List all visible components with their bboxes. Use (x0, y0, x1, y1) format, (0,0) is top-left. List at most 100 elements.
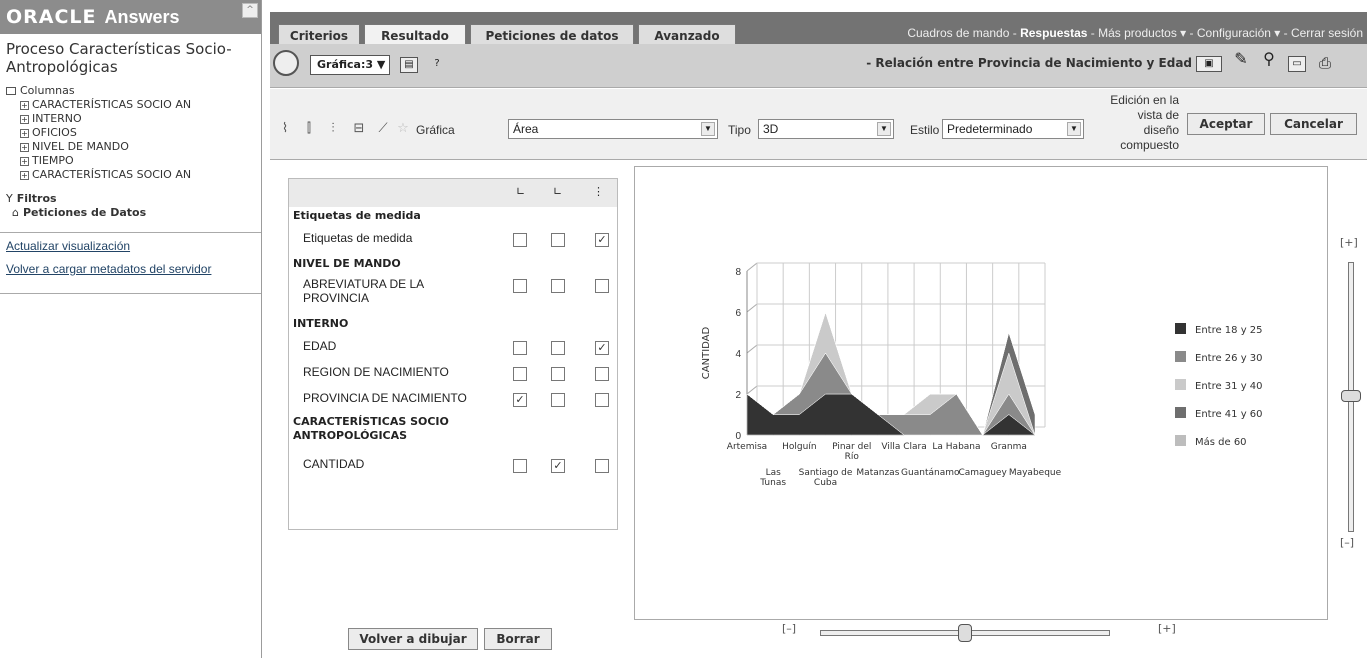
answers-link[interactable]: Respuestas (1020, 26, 1087, 40)
print-icon[interactable]: ⎙ (1316, 56, 1334, 72)
logout-link[interactable]: Cerrar sesión (1291, 26, 1363, 40)
more-products-link[interactable]: Más productos (1098, 26, 1177, 40)
clear-button[interactable]: Borrar (484, 628, 552, 650)
column-label: CARACTERÍSTICAS SOCIO ANTROPOLÓGICAS (293, 415, 449, 442)
y-tick-label: 8 (735, 267, 741, 278)
folder-item[interactable]: + INTERNO (6, 112, 261, 126)
collapse-panel-icon[interactable]: ^ (242, 3, 258, 18)
expand-icon[interactable]: + (20, 142, 29, 152)
y-tick-label: 0 (735, 431, 741, 442)
grafica-value[interactable]: Área (513, 122, 538, 136)
scale-icon[interactable]: ⫶ (324, 121, 342, 137)
folder-item[interactable]: + OFICIOS (6, 126, 261, 140)
tipo-select[interactable]: 3D ▼ (758, 119, 894, 139)
redraw-button[interactable]: Volver a dibujar (348, 628, 478, 650)
expand-icon[interactable]: + (20, 114, 29, 124)
column-checkbox[interactable] (551, 341, 565, 355)
labels-icon[interactable]: ⊟ (350, 121, 368, 137)
column-checkbox[interactable] (595, 459, 609, 473)
zoom-in-label[interactable]: [+] (1340, 236, 1358, 249)
column-checkbox[interactable] (595, 367, 609, 381)
oracle-answers-logo: ORACLE Answers ^ (0, 0, 261, 34)
saved-requests-label[interactable]: Peticiones de Datos (23, 206, 146, 219)
folder-label[interactable]: TIEMPO (32, 154, 74, 167)
column-checkbox[interactable] (513, 459, 527, 473)
zoom-in-label[interactable]: [+] (1158, 622, 1176, 635)
folder-item[interactable]: + TIEMPO (6, 154, 261, 168)
x-tick-label: Pinar del (832, 442, 871, 452)
horizontal-zoom-slider[interactable]: [–] [+] (770, 622, 1190, 652)
tipo-value[interactable]: 3D (763, 122, 778, 136)
dropdown-arrow-icon[interactable]: ▼ (1067, 122, 1081, 136)
link-icon[interactable]: ⚲ (1260, 51, 1278, 68)
column-checkbox[interactable] (595, 393, 609, 407)
folder-item[interactable]: + CARACTERÍSTICAS SOCIO AN (6, 168, 261, 182)
folder-label[interactable]: CARACTERÍSTICAS SOCIO AN (32, 98, 191, 111)
vertical-slider-thumb[interactable] (1341, 390, 1361, 402)
reload-metadata-link[interactable]: Volver a cargar metadatos del servidor (6, 262, 255, 276)
column-label: REGION DE NACIMIENTO (303, 365, 449, 379)
folder-item[interactable]: + CARACTERÍSTICAS SOCIO AN (6, 98, 261, 112)
dropdown-icon[interactable]: ▾ (1274, 26, 1280, 40)
expand-icon[interactable]: + (20, 128, 29, 138)
view-selector[interactable]: Gráfica:3 ▼ (310, 55, 390, 75)
save-icon[interactable]: ▭ (1288, 56, 1306, 72)
column-checkbox[interactable] (551, 233, 565, 247)
dropdown-arrow-icon[interactable]: ▼ (701, 122, 715, 136)
column-checkbox[interactable] (513, 367, 527, 381)
folder-label[interactable]: NIVEL DE MANDO (32, 140, 129, 153)
expand-icon[interactable]: + (20, 170, 29, 180)
view-icon[interactable] (273, 50, 299, 76)
zoom-out-label[interactable]: [–] (1340, 536, 1354, 549)
dropdown-arrow-icon[interactable]: ▼ (877, 122, 891, 136)
new-icon[interactable]: ✎ (1232, 51, 1250, 68)
list-icon[interactable]: ▤ (400, 57, 418, 73)
folder-label[interactable]: OFICIOS (32, 126, 77, 139)
dropdown-icon[interactable]: ▾ (1180, 26, 1186, 40)
folder-label[interactable]: CARACTERÍSTICAS SOCIO AN (32, 168, 191, 181)
estilo-select[interactable]: Predeterminado ▼ (942, 119, 1084, 139)
horizontal-slider-thumb[interactable] (958, 624, 972, 642)
column-checkbox[interactable]: ✓ (513, 393, 527, 407)
legend-label: Entre 26 y 30 (1195, 353, 1263, 364)
column-checkbox[interactable]: ✓ (595, 233, 609, 247)
column-checkbox[interactable] (513, 279, 527, 293)
legend-swatch (1175, 323, 1186, 334)
x-tick-label: Matanzas (856, 468, 899, 478)
dashboards-link[interactable]: Cuadros de mando (907, 26, 1009, 40)
column-checkbox[interactable]: ✓ (595, 341, 609, 355)
saved-requests-item[interactable]: ⌂ Peticiones de Datos (6, 206, 261, 220)
cancel-button[interactable]: Cancelar (1270, 113, 1357, 135)
folder-item[interactable]: + NIVEL DE MANDO (6, 140, 261, 154)
column-checkbox[interactable]: ✓ (551, 459, 565, 473)
column-checkbox[interactable] (551, 279, 565, 293)
view-selector-value[interactable]: Gráfica:3 (317, 58, 373, 71)
axis-icon[interactable]: ⫿ (300, 121, 318, 137)
refresh-display-link[interactable]: Actualizar visualización (6, 239, 255, 253)
column-checkbox[interactable] (513, 341, 527, 355)
expand-icon[interactable]: + (20, 100, 29, 110)
legend-label: Entre 41 y 60 (1195, 409, 1263, 420)
chart-type-icon[interactable]: ⌇ (276, 121, 294, 137)
grid-line (746, 385, 758, 395)
vertical-zoom-slider[interactable]: [+] [–] (1336, 236, 1366, 566)
zoom-out-label[interactable]: [–] (782, 622, 796, 635)
expand-icon[interactable]: + (20, 156, 29, 166)
layout-icon[interactable]: ▣ (1196, 56, 1222, 72)
column-checkbox[interactable] (595, 279, 609, 293)
chart-properties-bar: ⌇ ⫿ ⫶ ⊟ ⟋ ☆ Gráfica Área ▼ Tipo 3D ▼ Estil… (270, 89, 1367, 160)
accept-button[interactable]: Aceptar (1187, 113, 1265, 135)
column-checkbox[interactable] (551, 393, 565, 407)
column-checkbox[interactable] (513, 233, 527, 247)
help-icon[interactable]: ? (428, 57, 446, 73)
grafica-select[interactable]: Área ▼ (508, 119, 718, 139)
folder-icon: ⌂ (12, 206, 19, 219)
format-icon[interactable]: ⟋ (374, 121, 392, 137)
estilo-value[interactable]: Predeterminado (947, 122, 1032, 136)
legend-swatch (1175, 379, 1186, 390)
settings-link[interactable]: Configuración (1197, 26, 1271, 40)
area-chart: 02468ArtemisaLasTunasHolguínSantiago deC… (701, 262, 1263, 488)
folder-label[interactable]: INTERNO (32, 112, 82, 125)
column-checkbox[interactable] (551, 367, 565, 381)
x-tick-label: Tunas (759, 478, 786, 488)
